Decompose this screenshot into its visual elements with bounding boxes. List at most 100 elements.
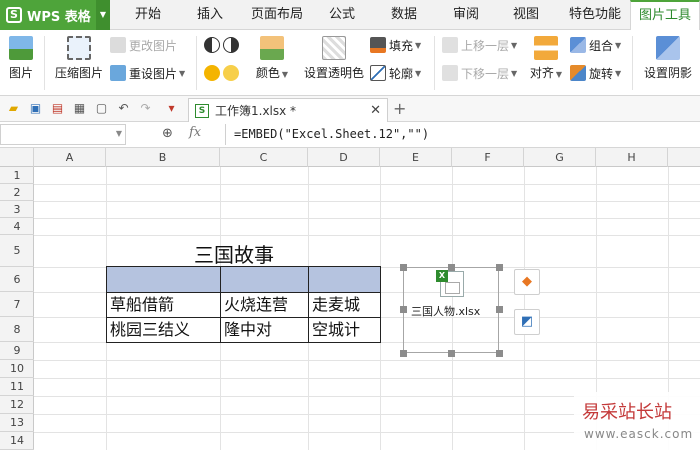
color-button[interactable]: 颜色 ▼ (252, 36, 292, 81)
row-12[interactable]: 12 (0, 396, 34, 414)
row-3[interactable]: 3 (0, 201, 34, 218)
select-all-corner[interactable] (0, 148, 34, 167)
reset-picture-button[interactable]: 重设图片 ▼ (110, 64, 185, 82)
table-cell[interactable]: 隆中对 (220, 318, 308, 341)
column-h[interactable]: H (596, 148, 668, 167)
tab-page-layout[interactable]: 页面布局 (246, 0, 308, 30)
name-box[interactable]: ▼ (0, 124, 126, 145)
set-transparent-color-button[interactable]: 设置透明色 (302, 36, 366, 81)
transparent-color-icon (322, 36, 346, 60)
table-cell[interactable]: 草船借箭 (106, 293, 220, 316)
rotate-button[interactable]: 旋转 ▼ (570, 64, 621, 82)
resize-handle[interactable] (400, 350, 407, 357)
table-cell[interactable]: 空城计 (308, 318, 380, 341)
gridline (34, 378, 700, 379)
chevron-down-icon[interactable]: ▼ (96, 0, 110, 30)
app-name: WPS 表格 (27, 9, 91, 25)
quick-outline-button[interactable]: ◩ (514, 309, 540, 335)
row-header: 1 2 3 4 5 6 7 8 9 10 11 12 13 14 (0, 167, 34, 450)
outline-button[interactable]: 轮廓 ▼ (370, 64, 421, 82)
row-10[interactable]: 10 (0, 360, 34, 378)
formula-input[interactable]: =EMBED("Excel.Sheet.12","") (225, 124, 700, 145)
column-e[interactable]: E (380, 148, 452, 167)
export-pdf-icon[interactable]: ▤ (50, 101, 65, 116)
row-5[interactable]: 5 (0, 235, 34, 267)
picture-button[interactable]: 图片 (4, 36, 38, 81)
change-picture-button[interactable]: 更改图片 (110, 36, 177, 54)
tab-picture-tools[interactable]: 图片工具 (630, 0, 700, 31)
column-b[interactable]: B (106, 148, 220, 167)
save-icon[interactable]: ▣ (28, 101, 43, 116)
table-header-row[interactable] (106, 266, 380, 292)
customize-toolbar-icon[interactable]: ▾ (164, 101, 179, 116)
column-c[interactable]: C (220, 148, 308, 167)
app-menu-button[interactable]: S WPS 表格 ▼ (0, 0, 110, 30)
tab-formulas[interactable]: 公式 (322, 0, 362, 30)
quick-fill-button[interactable]: ◆ (514, 269, 540, 295)
brightness-buttons[interactable] (204, 64, 242, 82)
tab-review[interactable]: 审阅 (446, 0, 486, 30)
contrast-buttons[interactable] (204, 36, 242, 54)
undo-icon[interactable]: ↶ (116, 101, 131, 116)
function-icon[interactable]: fx (189, 125, 201, 140)
tab-insert[interactable]: 插入 (190, 0, 230, 30)
excel-badge-icon: X (436, 270, 448, 282)
row-9[interactable]: 9 (0, 342, 34, 360)
group-button[interactable]: 组合 ▼ (570, 36, 621, 54)
set-shadow-button[interactable]: 设置阴影 (640, 36, 696, 81)
row-8[interactable]: 8 (0, 317, 34, 342)
column-g[interactable]: G (524, 148, 596, 167)
row-1[interactable]: 1 (0, 167, 34, 184)
row-2[interactable]: 2 (0, 184, 34, 201)
sheet-title-cell[interactable]: 三国故事 (194, 239, 274, 268)
row-14[interactable]: 14 (0, 432, 34, 450)
table-border (106, 266, 381, 267)
gridline (34, 360, 700, 361)
open-folder-icon[interactable]: ▰ (6, 101, 21, 116)
column-f[interactable]: F (452, 148, 524, 167)
document-name: 工作簿1.xlsx * (215, 104, 297, 118)
column-a[interactable]: A (34, 148, 106, 167)
table-cell[interactable]: 火烧连营 (220, 293, 308, 316)
row-11[interactable]: 11 (0, 378, 34, 396)
resize-handle[interactable] (496, 350, 503, 357)
tab-view[interactable]: 视图 (506, 0, 546, 30)
resize-handle[interactable] (496, 264, 503, 271)
fill-button[interactable]: 填充 ▼ (370, 36, 421, 54)
group-icon (570, 37, 586, 53)
tab-data[interactable]: 数据 (384, 0, 424, 30)
tab-home[interactable]: 开始 (128, 0, 168, 30)
resize-handle[interactable] (496, 306, 503, 313)
site-watermark: 易采站长站 www.easck.com (574, 392, 700, 450)
send-backward-button[interactable]: 下移一层 ▼ (442, 64, 517, 82)
ribbon-divider (632, 36, 633, 90)
redo-icon[interactable]: ↷ (138, 101, 153, 116)
compress-picture-button[interactable]: 压缩图片 (52, 36, 106, 81)
resize-handle[interactable] (400, 306, 407, 313)
close-icon[interactable]: ✕ (370, 103, 381, 118)
align-button[interactable]: 对齐 ▼ (528, 36, 564, 81)
resize-handle[interactable] (400, 264, 407, 271)
new-tab-icon[interactable]: + (393, 99, 406, 118)
send-backward-label: 下移一层 (461, 66, 510, 81)
shadow-icon (656, 36, 680, 60)
column-d[interactable]: D (308, 148, 380, 167)
print-preview-icon[interactable]: ▢ (94, 101, 109, 116)
resize-handle[interactable] (448, 350, 455, 357)
row-4[interactable]: 4 (0, 218, 34, 235)
table-border (106, 342, 381, 343)
fill-label: 填充 (389, 38, 414, 53)
bring-forward-button[interactable]: 上移一层 ▼ (442, 36, 517, 54)
row-7[interactable]: 7 (0, 292, 34, 317)
zoom-search-icon[interactable]: ⊕ (162, 126, 173, 141)
chevron-down-icon[interactable]: ▼ (116, 129, 122, 138)
print-icon[interactable]: ▦ (72, 101, 87, 116)
row-6[interactable]: 6 (0, 267, 34, 292)
tab-special-features[interactable]: 特色功能 (564, 0, 626, 30)
document-tab[interactable]: S 工作簿1.xlsx * ✕ (188, 98, 388, 122)
resize-handle[interactable] (448, 264, 455, 271)
table-cell[interactable]: 走麦城 (308, 293, 380, 316)
table-cell[interactable]: 桃园三结义 (106, 318, 220, 341)
row-13[interactable]: 13 (0, 414, 34, 432)
outline-pen-icon (370, 65, 386, 81)
